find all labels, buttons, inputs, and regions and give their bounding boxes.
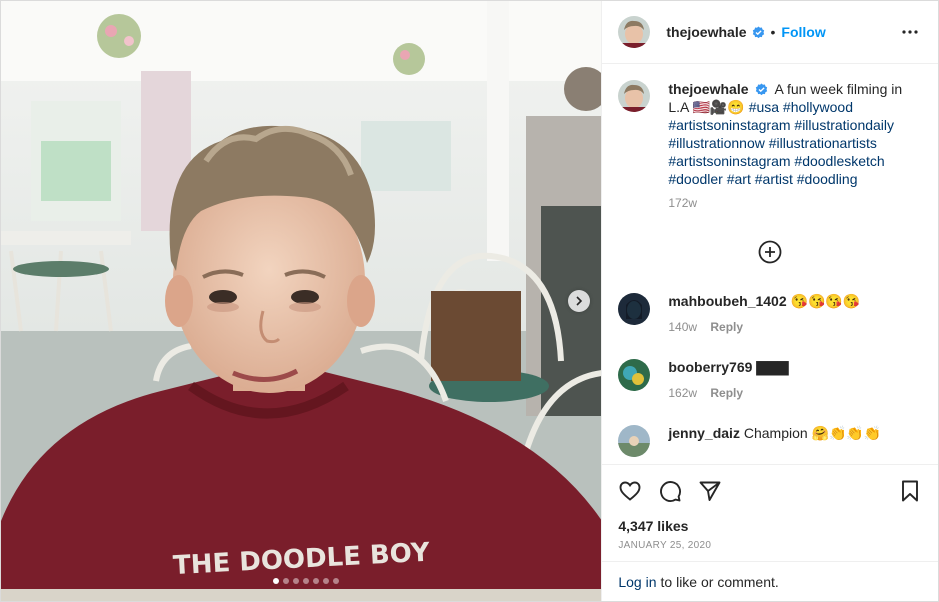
reply-button[interactable]: Reply	[710, 386, 743, 400]
comment-time[interactable]: 140w	[668, 320, 697, 334]
comment-username[interactable]: booberry769	[668, 359, 752, 375]
save-bookmark-icon[interactable]	[898, 479, 922, 503]
avatar-image	[618, 293, 651, 325]
carousel-dot	[323, 578, 329, 584]
caption-username[interactable]: thejoewhale	[668, 81, 748, 97]
dot-separator: •	[770, 24, 776, 40]
post-header: thejoewhale • Follow	[602, 1, 938, 64]
comment-bubble-icon[interactable]	[658, 479, 682, 503]
carousel-dot	[283, 578, 289, 584]
like-heart-icon[interactable]	[618, 479, 642, 503]
login-prompt: Log in to like or comment.	[602, 561, 938, 601]
comments-section[interactable]: thejoewhale A fun week filming in L.A 🇺🇸…	[602, 64, 938, 464]
avatar-image	[618, 425, 651, 457]
post-photo: THE DOODLE BOY	[1, 1, 602, 601]
author-avatar[interactable]	[618, 16, 651, 48]
next-slide-button[interactable]	[568, 290, 590, 312]
plus-circle-icon	[758, 240, 782, 264]
caption-body: thejoewhale A fun week filming in L.A 🇺🇸…	[668, 80, 918, 212]
avatar-image	[618, 359, 651, 391]
follow-button[interactable]: Follow	[781, 24, 825, 40]
reply-button[interactable]: Reply	[710, 320, 743, 334]
comment-time[interactable]: 162w	[668, 386, 697, 400]
commenter-avatar[interactable]	[618, 359, 651, 391]
caption-avatar[interactable]	[618, 80, 651, 112]
carousel-dot	[303, 578, 309, 584]
likes-count[interactable]: 4,347 likes	[602, 516, 938, 534]
post-side-panel: thejoewhale • Follow thejoewhale A fun w…	[601, 1, 938, 601]
verified-badge-icon	[752, 25, 764, 38]
load-more-comments-button[interactable]	[602, 240, 938, 264]
login-prompt-text: to like or comment.	[660, 573, 779, 590]
caption-time[interactable]: 172w	[668, 194, 918, 212]
comment-username[interactable]: jenny_daiz	[668, 425, 740, 441]
carousel-dot	[313, 578, 319, 584]
chevron-right-icon	[576, 296, 583, 306]
comment-item: jenny_daiz Champion 🤗👏👏👏	[602, 424, 938, 457]
action-bar	[602, 464, 938, 516]
author-username[interactable]: thejoewhale	[666, 24, 746, 40]
post-caption: thejoewhale A fun week filming in L.A 🇺🇸…	[602, 64, 938, 212]
carousel-dot	[333, 578, 339, 584]
login-link[interactable]: Log in	[618, 574, 656, 590]
comment-text: 😘😘😘😘	[790, 293, 861, 309]
carousel-dot	[273, 578, 279, 584]
comment-item: mahboubeh_1402 😘😘😘😘 140w Reply	[602, 292, 938, 336]
comment-username[interactable]: mahboubeh_1402	[668, 293, 786, 309]
instagram-post: THE DOODLE BOY thejoewhale • Follow thej…	[0, 0, 939, 602]
post-date[interactable]: JANUARY 25, 2020	[602, 534, 938, 561]
more-options-icon[interactable]	[898, 20, 922, 44]
commenter-avatar[interactable]	[618, 293, 651, 325]
avatar-image	[618, 80, 651, 112]
carousel-indicator	[273, 578, 339, 584]
comment-text: Champion 🤗👏👏👏	[743, 425, 882, 441]
commenter-avatar[interactable]	[618, 425, 651, 457]
verified-badge-icon	[756, 83, 768, 96]
carousel-dot	[293, 578, 299, 584]
avatar-image	[618, 16, 651, 48]
comment-text: ▇▇▇	[756, 359, 789, 375]
share-paper-plane-icon[interactable]	[698, 479, 722, 503]
comment-item: booberry769 ▇▇▇ 162w Reply	[602, 358, 938, 402]
post-media[interactable]: THE DOODLE BOY	[1, 1, 602, 601]
